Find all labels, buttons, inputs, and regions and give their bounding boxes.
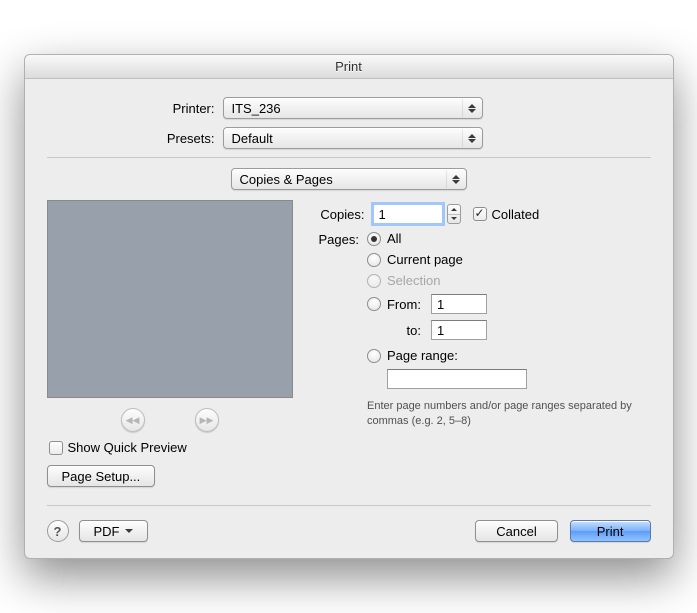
pages-current-label: Current page — [387, 252, 463, 267]
copies-input[interactable] — [373, 204, 443, 224]
updown-icon — [446, 170, 462, 188]
updown-icon — [462, 129, 478, 147]
copies-stepper[interactable] — [447, 204, 461, 224]
copies-label: Copies: — [319, 207, 373, 222]
help-button[interactable]: ? — [47, 520, 69, 542]
presets-select[interactable]: Default — [223, 127, 483, 149]
show-quick-preview-checkbox[interactable] — [49, 441, 63, 455]
print-dialog: Print Printer: ITS_236 Presets: Default … — [24, 54, 674, 559]
show-quick-preview-label: Show Quick Preview — [68, 440, 187, 455]
print-button[interactable]: Print — [570, 520, 651, 542]
window-title: Print — [25, 55, 673, 79]
pages-range-radio[interactable] — [367, 349, 381, 363]
printer-value: ITS_236 — [232, 101, 281, 116]
pages-selection-radio — [367, 274, 381, 288]
pages-selection-label: Selection — [387, 273, 440, 288]
printer-label: Printer: — [47, 101, 223, 116]
presets-value: Default — [232, 131, 273, 146]
printer-select[interactable]: ITS_236 — [223, 97, 483, 119]
pages-range-label: Page range: — [387, 348, 458, 363]
pages-current-radio[interactable] — [367, 253, 381, 267]
options-column: Copies: Collated Pages: — [319, 200, 651, 487]
presets-label: Presets: — [47, 131, 223, 146]
section-select[interactable]: Copies & Pages — [231, 168, 467, 190]
collated-checkbox[interactable] — [473, 207, 487, 221]
updown-icon — [462, 99, 478, 117]
collated-label: Collated — [492, 207, 540, 222]
pages-from-radio[interactable] — [367, 297, 381, 311]
page-setup-button[interactable]: Page Setup... — [47, 465, 156, 487]
dialog-content: Printer: ITS_236 Presets: Default Copies… — [25, 79, 673, 558]
section-value: Copies & Pages — [240, 172, 333, 187]
pages-to-input[interactable] — [431, 320, 487, 340]
cancel-button[interactable]: Cancel — [475, 520, 557, 542]
stepper-up-icon — [448, 205, 460, 215]
preview-area — [47, 200, 293, 398]
pages-all-label: All — [387, 231, 401, 246]
stepper-down-icon — [448, 215, 460, 224]
pages-hint: Enter page numbers and/or page ranges se… — [367, 399, 651, 430]
pages-from-input[interactable] — [431, 294, 487, 314]
separator — [47, 157, 651, 158]
pages-to-label: to: — [387, 323, 421, 338]
pages-range-input[interactable] — [387, 369, 527, 389]
pdf-menu-button[interactable]: PDF — [79, 520, 148, 542]
preview-column: ◀◀ ▶▶ Show Quick Preview Page Setup... — [47, 200, 293, 487]
pages-all-radio[interactable] — [367, 232, 381, 246]
preview-prev-button[interactable]: ◀◀ — [121, 408, 145, 432]
dialog-footer: ? PDF Cancel Print — [47, 505, 651, 542]
dropdown-icon — [125, 529, 133, 533]
pages-label: Pages: — [319, 231, 367, 247]
preview-next-button[interactable]: ▶▶ — [195, 408, 219, 432]
pages-from-label: From: — [387, 297, 421, 312]
